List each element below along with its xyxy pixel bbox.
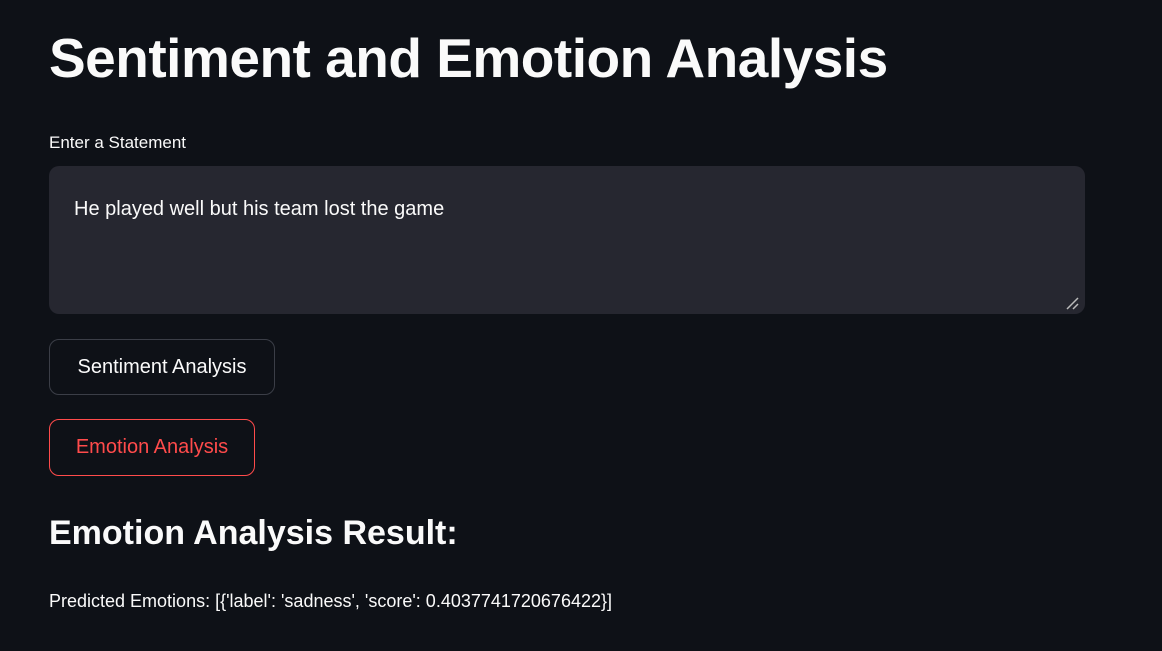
sentiment-analysis-button[interactable]: Sentiment Analysis: [49, 339, 275, 395]
resize-handle-icon[interactable]: [1065, 296, 1079, 310]
statement-label: Enter a Statement: [49, 133, 187, 152]
page-title: Sentiment and Emotion Analysis: [49, 27, 888, 89]
emotion-analysis-button[interactable]: Emotion Analysis: [49, 419, 255, 476]
statement-input[interactable]: He played well but his team lost the gam…: [49, 166, 1085, 314]
result-text: Predicted Emotions: [{'label': 'sadness'…: [49, 591, 613, 611]
result-heading: Emotion Analysis Result:: [49, 514, 458, 552]
statement-input-value: He played well but his team lost the gam…: [74, 198, 445, 220]
